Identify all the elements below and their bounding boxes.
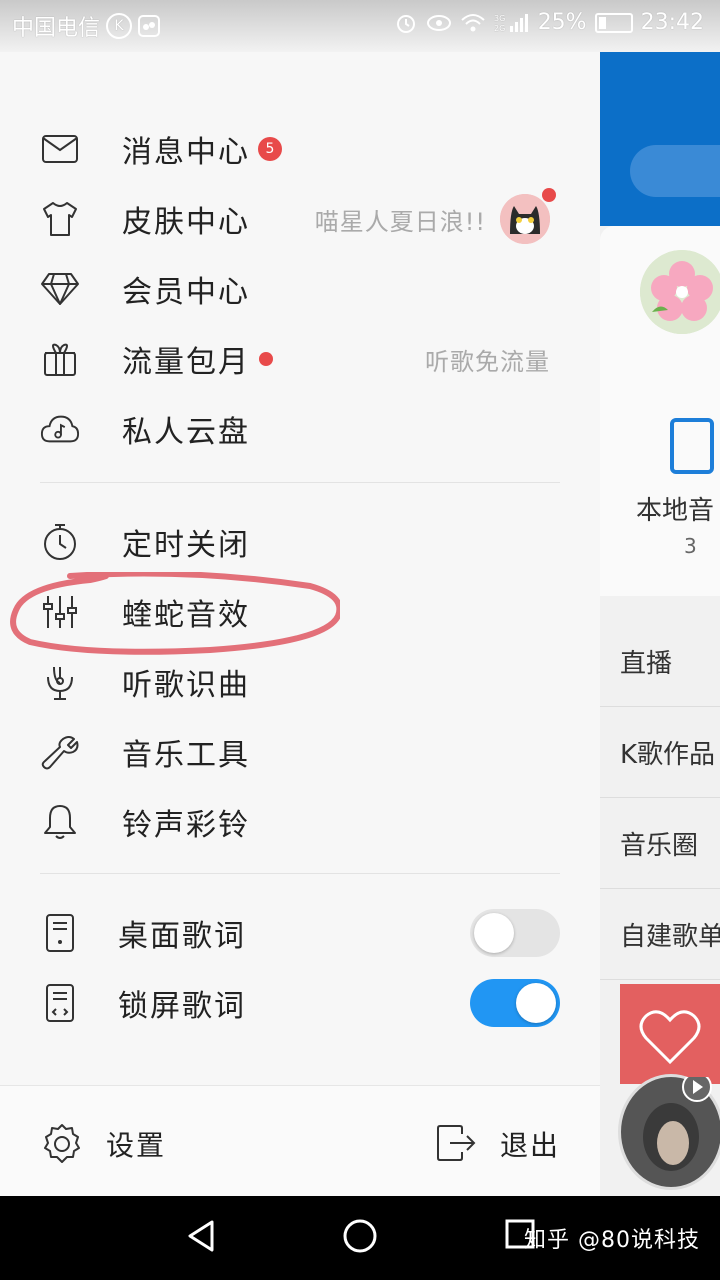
toggle-knob <box>516 983 556 1023</box>
svg-text:2G: 2G <box>494 24 505 33</box>
skin-name: 喵星人夏日浪!! <box>314 207 486 236</box>
timer-icon <box>40 522 80 562</box>
wrench-icon <box>40 732 80 772</box>
unread-badge: 5 <box>258 137 282 161</box>
menu-label: 流量包月 <box>122 345 250 380</box>
menu-label: 会员中心 <box>122 275 250 310</box>
menu-item-ringtones[interactable]: 铃声彩铃 <box>0 787 600 857</box>
skin-new-dot <box>542 188 556 202</box>
bell-icon <box>40 802 80 842</box>
desktop-lyrics-icon <box>40 913 80 953</box>
status-right: 3G 2G 25% 23:42 <box>394 10 704 35</box>
tablet-icon <box>670 418 714 474</box>
data-plan-hint: 听歌免流量 <box>425 347 550 376</box>
menu-item-messages[interactable]: 消息中心 5 <box>0 114 600 184</box>
now-playing-cover <box>618 1072 720 1190</box>
menu-label: 定时关闭 <box>122 528 250 563</box>
menu-item-data-plan[interactable]: 流量包月 听歌免流量 <box>0 324 600 394</box>
back-icon[interactable] <box>184 1218 218 1254</box>
background-list: 直播 K歌作品 音乐圈 自建歌单 <box>600 616 720 980</box>
mic-icon <box>40 662 80 702</box>
app-notification-icon <box>138 15 161 37</box>
svg-text:3G: 3G <box>494 14 505 23</box>
list-item: 自建歌单 <box>600 889 720 980</box>
menu-label: 铃声彩铃 <box>122 808 250 843</box>
menu-item-song-recognition[interactable]: 听歌识曲 <box>0 647 600 717</box>
settings-label: 设置 <box>106 1129 167 1162</box>
menu-label: 桌面歌词 <box>118 919 246 954</box>
eye-icon <box>426 14 451 31</box>
lockscreen-lyrics-toggle[interactable] <box>470 979 560 1027</box>
menu-label: 皮肤中心 <box>122 205 250 240</box>
k-icon: K <box>106 13 133 39</box>
gift-icon <box>40 339 80 379</box>
list-item: 音乐圈 <box>600 798 720 889</box>
skin-cat-avatar <box>500 194 550 244</box>
diamond-icon <box>40 269 80 309</box>
mail-icon <box>40 129 80 169</box>
local-music-count: 3 <box>684 534 697 558</box>
carrier-label: 中国电信 <box>12 16 101 41</box>
background-app: 本地音 3 直播 K歌作品 音乐圈 自建歌单 <box>600 0 720 1196</box>
annotation-circle <box>10 572 340 655</box>
toggle-knob <box>474 913 514 953</box>
heart-playlist-tile <box>620 984 720 1084</box>
list-item: K歌作品 <box>600 707 720 798</box>
battery-percent: 25% <box>537 10 587 35</box>
system-nav-bar: 知乎 @80说科技 <box>0 1196 720 1280</box>
menu-item-vip[interactable]: 会员中心 <box>0 254 600 324</box>
menu-item-lockscreen-lyrics[interactable]: 锁屏歌词 <box>0 968 600 1038</box>
tshirt-icon <box>40 199 80 239</box>
user-avatar <box>640 250 720 334</box>
battery-icon <box>594 12 633 33</box>
signal-icon: 3G2G <box>494 13 528 33</box>
status-bar: 中国电信 K 3G 2G 25% 23:42 <box>0 0 720 52</box>
background-search-bar <box>630 145 720 197</box>
menu-item-desktop-lyrics[interactable]: 桌面歌词 <box>0 898 600 968</box>
menu-label: 消息中心 <box>122 135 250 170</box>
desktop-lyrics-toggle[interactable] <box>470 909 560 957</box>
lockscreen-lyrics-icon <box>40 983 80 1023</box>
local-music-label: 本地音 <box>636 496 715 526</box>
menu-label: 锁屏歌词 <box>118 989 246 1024</box>
menu-label: 听歌识曲 <box>122 668 250 703</box>
cloud-music-icon <box>40 409 80 449</box>
watermark: 知乎 @80说科技 <box>524 1228 700 1253</box>
alarm-icon <box>396 14 415 33</box>
logout-label: 退出 <box>500 1129 561 1162</box>
clock: 23:42 <box>640 10 704 35</box>
drawer-footer: 设置 退出 <box>0 1085 600 1197</box>
menu-item-sleep-timer[interactable]: 定时关闭 <box>0 507 600 577</box>
menu-label: 音乐工具 <box>122 738 250 773</box>
menu-label: 私人云盘 <box>122 415 250 450</box>
new-dot <box>259 352 273 366</box>
menu-item-music-tools[interactable]: 音乐工具 <box>0 717 600 787</box>
status-left: 中国电信 K <box>12 10 161 42</box>
menu-item-cloud-disk[interactable]: 私人云盘 <box>0 394 600 464</box>
menu-item-skins[interactable]: 皮肤中心 喵星人夏日浪!! <box>0 184 600 254</box>
logout-button[interactable]: 退出 <box>420 1086 600 1197</box>
settings-button[interactable]: 设置 <box>0 1086 220 1197</box>
home-icon[interactable] <box>342 1218 378 1254</box>
wifi-icon <box>461 13 485 31</box>
divider <box>40 482 560 483</box>
divider <box>40 873 560 874</box>
list-item: 直播 <box>600 616 720 707</box>
